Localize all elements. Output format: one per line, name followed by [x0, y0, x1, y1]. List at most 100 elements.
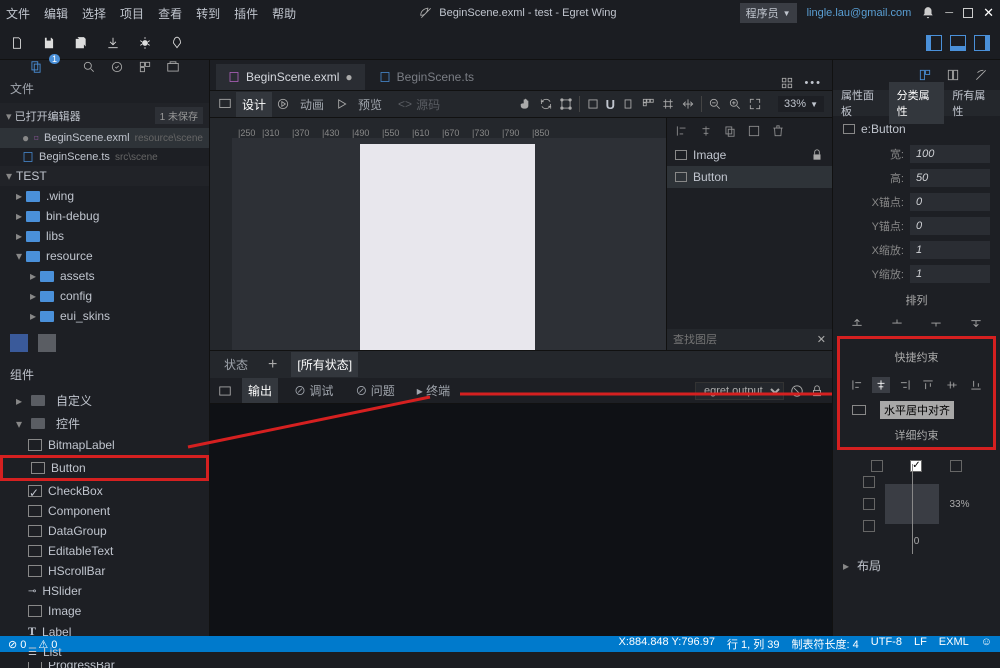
db-icon[interactable] [38, 334, 56, 352]
align-l-icon[interactable] [675, 124, 689, 138]
align-hcenter-icon[interactable] [872, 377, 890, 393]
prop-scaley[interactable] [910, 265, 990, 283]
status-warnings-icon[interactable]: ⊘ 0 [8, 638, 26, 651]
constraint-right-check[interactable] [950, 460, 962, 472]
bug-icon[interactable] [138, 36, 152, 50]
book-icon[interactable] [946, 68, 960, 82]
role-dropdown[interactable]: 程序员▼ [740, 3, 797, 23]
copy-icon[interactable] [723, 124, 737, 138]
comp-group-controls[interactable]: ▾控件 [0, 412, 209, 435]
comp-group-custom[interactable]: ▸自定义 [0, 389, 209, 412]
puzzle-icon[interactable] [10, 334, 28, 352]
layout-section[interactable]: ▸布局 [833, 553, 1000, 578]
layer-image[interactable]: Image [667, 144, 832, 166]
comp-label[interactable]: TLabel [0, 621, 209, 642]
clear-output-icon[interactable] [790, 384, 804, 398]
layout-right-icon[interactable] [974, 35, 990, 51]
comp-hscrollbar[interactable]: HScrollBar [0, 561, 209, 581]
menu-view[interactable]: 查看 [158, 5, 182, 22]
arrows-icon[interactable] [681, 97, 695, 111]
user-email[interactable]: lingle.lau@gmail.com [807, 7, 912, 19]
close-button[interactable]: ✕ [983, 5, 994, 21]
lock-output-icon[interactable] [810, 384, 824, 398]
constraint-top-check[interactable] [863, 476, 875, 488]
prop-width[interactable] [910, 145, 990, 163]
feather2-icon[interactable] [974, 68, 988, 82]
mode-design[interactable]: 设计 [236, 92, 272, 117]
problems-tab[interactable]: ⊘ 问题 [349, 378, 400, 403]
project-root[interactable]: ▾ TEST [0, 166, 209, 186]
transform-icon[interactable] [559, 97, 573, 111]
prop-height[interactable] [910, 169, 990, 187]
comp-list[interactable]: ☰List [0, 642, 209, 662]
download-icon[interactable] [106, 36, 120, 50]
align-vcenter-icon[interactable] [943, 377, 961, 393]
status-encoding[interactable]: UTF-8 [871, 636, 902, 652]
minimize-button[interactable]: ─ [945, 7, 953, 19]
layout-left-icon[interactable] [926, 35, 942, 51]
open-editors-header[interactable]: ▾ 已打开编辑器 1 未保存 [0, 103, 209, 128]
grid-icon[interactable] [780, 76, 794, 90]
status-errors-icon[interactable]: ⚠ 0 [38, 638, 57, 651]
comp-image[interactable]: Image [0, 601, 209, 621]
mode-preview[interactable]: 预览 [352, 92, 388, 117]
snap-icon[interactable] [586, 97, 600, 111]
extensions-icon[interactable] [138, 60, 152, 74]
all-states-tab[interactable]: [所有状态] [291, 352, 358, 377]
comp-datagroup[interactable]: DataGroup [0, 521, 209, 541]
status-lang[interactable]: EXML [939, 636, 969, 652]
new-file-icon[interactable] [10, 36, 24, 50]
files-icon[interactable] [29, 60, 43, 74]
hash-icon[interactable] [661, 97, 675, 111]
mode-source[interactable]: <>源码 [392, 92, 446, 117]
open-file-beginscenets[interactable]: BeginScene.ts src\scene [0, 148, 209, 166]
debug-tab-icon[interactable] [110, 60, 124, 74]
tree-folder-bindebug[interactable]: ▸bin-debug [0, 206, 209, 226]
status-selection[interactable]: 行 1, 列 39 [727, 636, 780, 652]
align-c-icon[interactable] [699, 124, 713, 138]
send-backward-icon[interactable] [929, 316, 943, 330]
comp-button[interactable]: Button [0, 455, 209, 481]
send-back-icon[interactable] [969, 316, 983, 330]
add-state-button[interactable]: + [262, 356, 283, 374]
guide-icon[interactable] [621, 97, 635, 111]
zoomin-icon[interactable] [728, 97, 742, 111]
grid3-icon[interactable] [641, 97, 655, 111]
output-channel-select[interactable]: egret.output [695, 382, 784, 400]
debug-tab[interactable]: ⊘ 调试 [288, 378, 339, 403]
align-right-icon[interactable] [896, 377, 914, 393]
open-file-beginsceneexml[interactable]: ● BeginScene.exml resource\scene [0, 128, 209, 148]
refresh-icon[interactable] [539, 97, 553, 111]
delete-icon[interactable] [771, 124, 785, 138]
menu-project[interactable]: 项目 [120, 5, 144, 22]
bring-front-icon[interactable] [850, 316, 864, 330]
tree-folder-resource[interactable]: ▾resource [0, 246, 209, 266]
status-eol[interactable]: LF [914, 636, 927, 652]
maximize-button[interactable] [963, 8, 973, 18]
menu-file[interactable]: 文件 [6, 5, 30, 22]
menu-help[interactable]: 帮助 [272, 5, 296, 22]
comp-bitmaplabel[interactable]: BitmapLabel [0, 435, 209, 455]
tree-folder-euiskins[interactable]: ▸eui_skins [0, 306, 209, 326]
menu-plugins[interactable]: 插件 [234, 5, 258, 22]
artboard[interactable] [360, 144, 535, 350]
magnet-icon[interactable]: U [606, 97, 615, 112]
comp-editabletext[interactable]: EditableText [0, 541, 209, 561]
layer-button[interactable]: Button [667, 166, 832, 188]
comp-component[interactable]: Component [0, 501, 209, 521]
prop-anchorx[interactable] [910, 193, 990, 211]
tab-beginscenets[interactable]: BeginScene.ts [367, 64, 486, 90]
constraint-visualizer[interactable] [885, 484, 939, 524]
props-icon[interactable] [747, 124, 761, 138]
align-top-icon[interactable] [919, 377, 937, 393]
tab-beginsceneexml[interactable]: BeginScene.exml● [216, 64, 365, 90]
status-feedback-icon[interactable]: ☺ [981, 636, 992, 652]
bring-forward-icon[interactable] [890, 316, 904, 330]
tree-folder-libs[interactable]: ▸libs [0, 226, 209, 246]
layout-bottom-icon[interactable] [950, 35, 966, 51]
constraint-left-check[interactable] [871, 460, 883, 472]
clear-search-icon[interactable]: ✕ [817, 333, 826, 346]
comp-progressbar[interactable]: ProgressBar [0, 662, 209, 668]
props-layout-icon[interactable] [918, 68, 932, 82]
terminal-tab[interactable]: ▸ 终端 [411, 378, 456, 403]
